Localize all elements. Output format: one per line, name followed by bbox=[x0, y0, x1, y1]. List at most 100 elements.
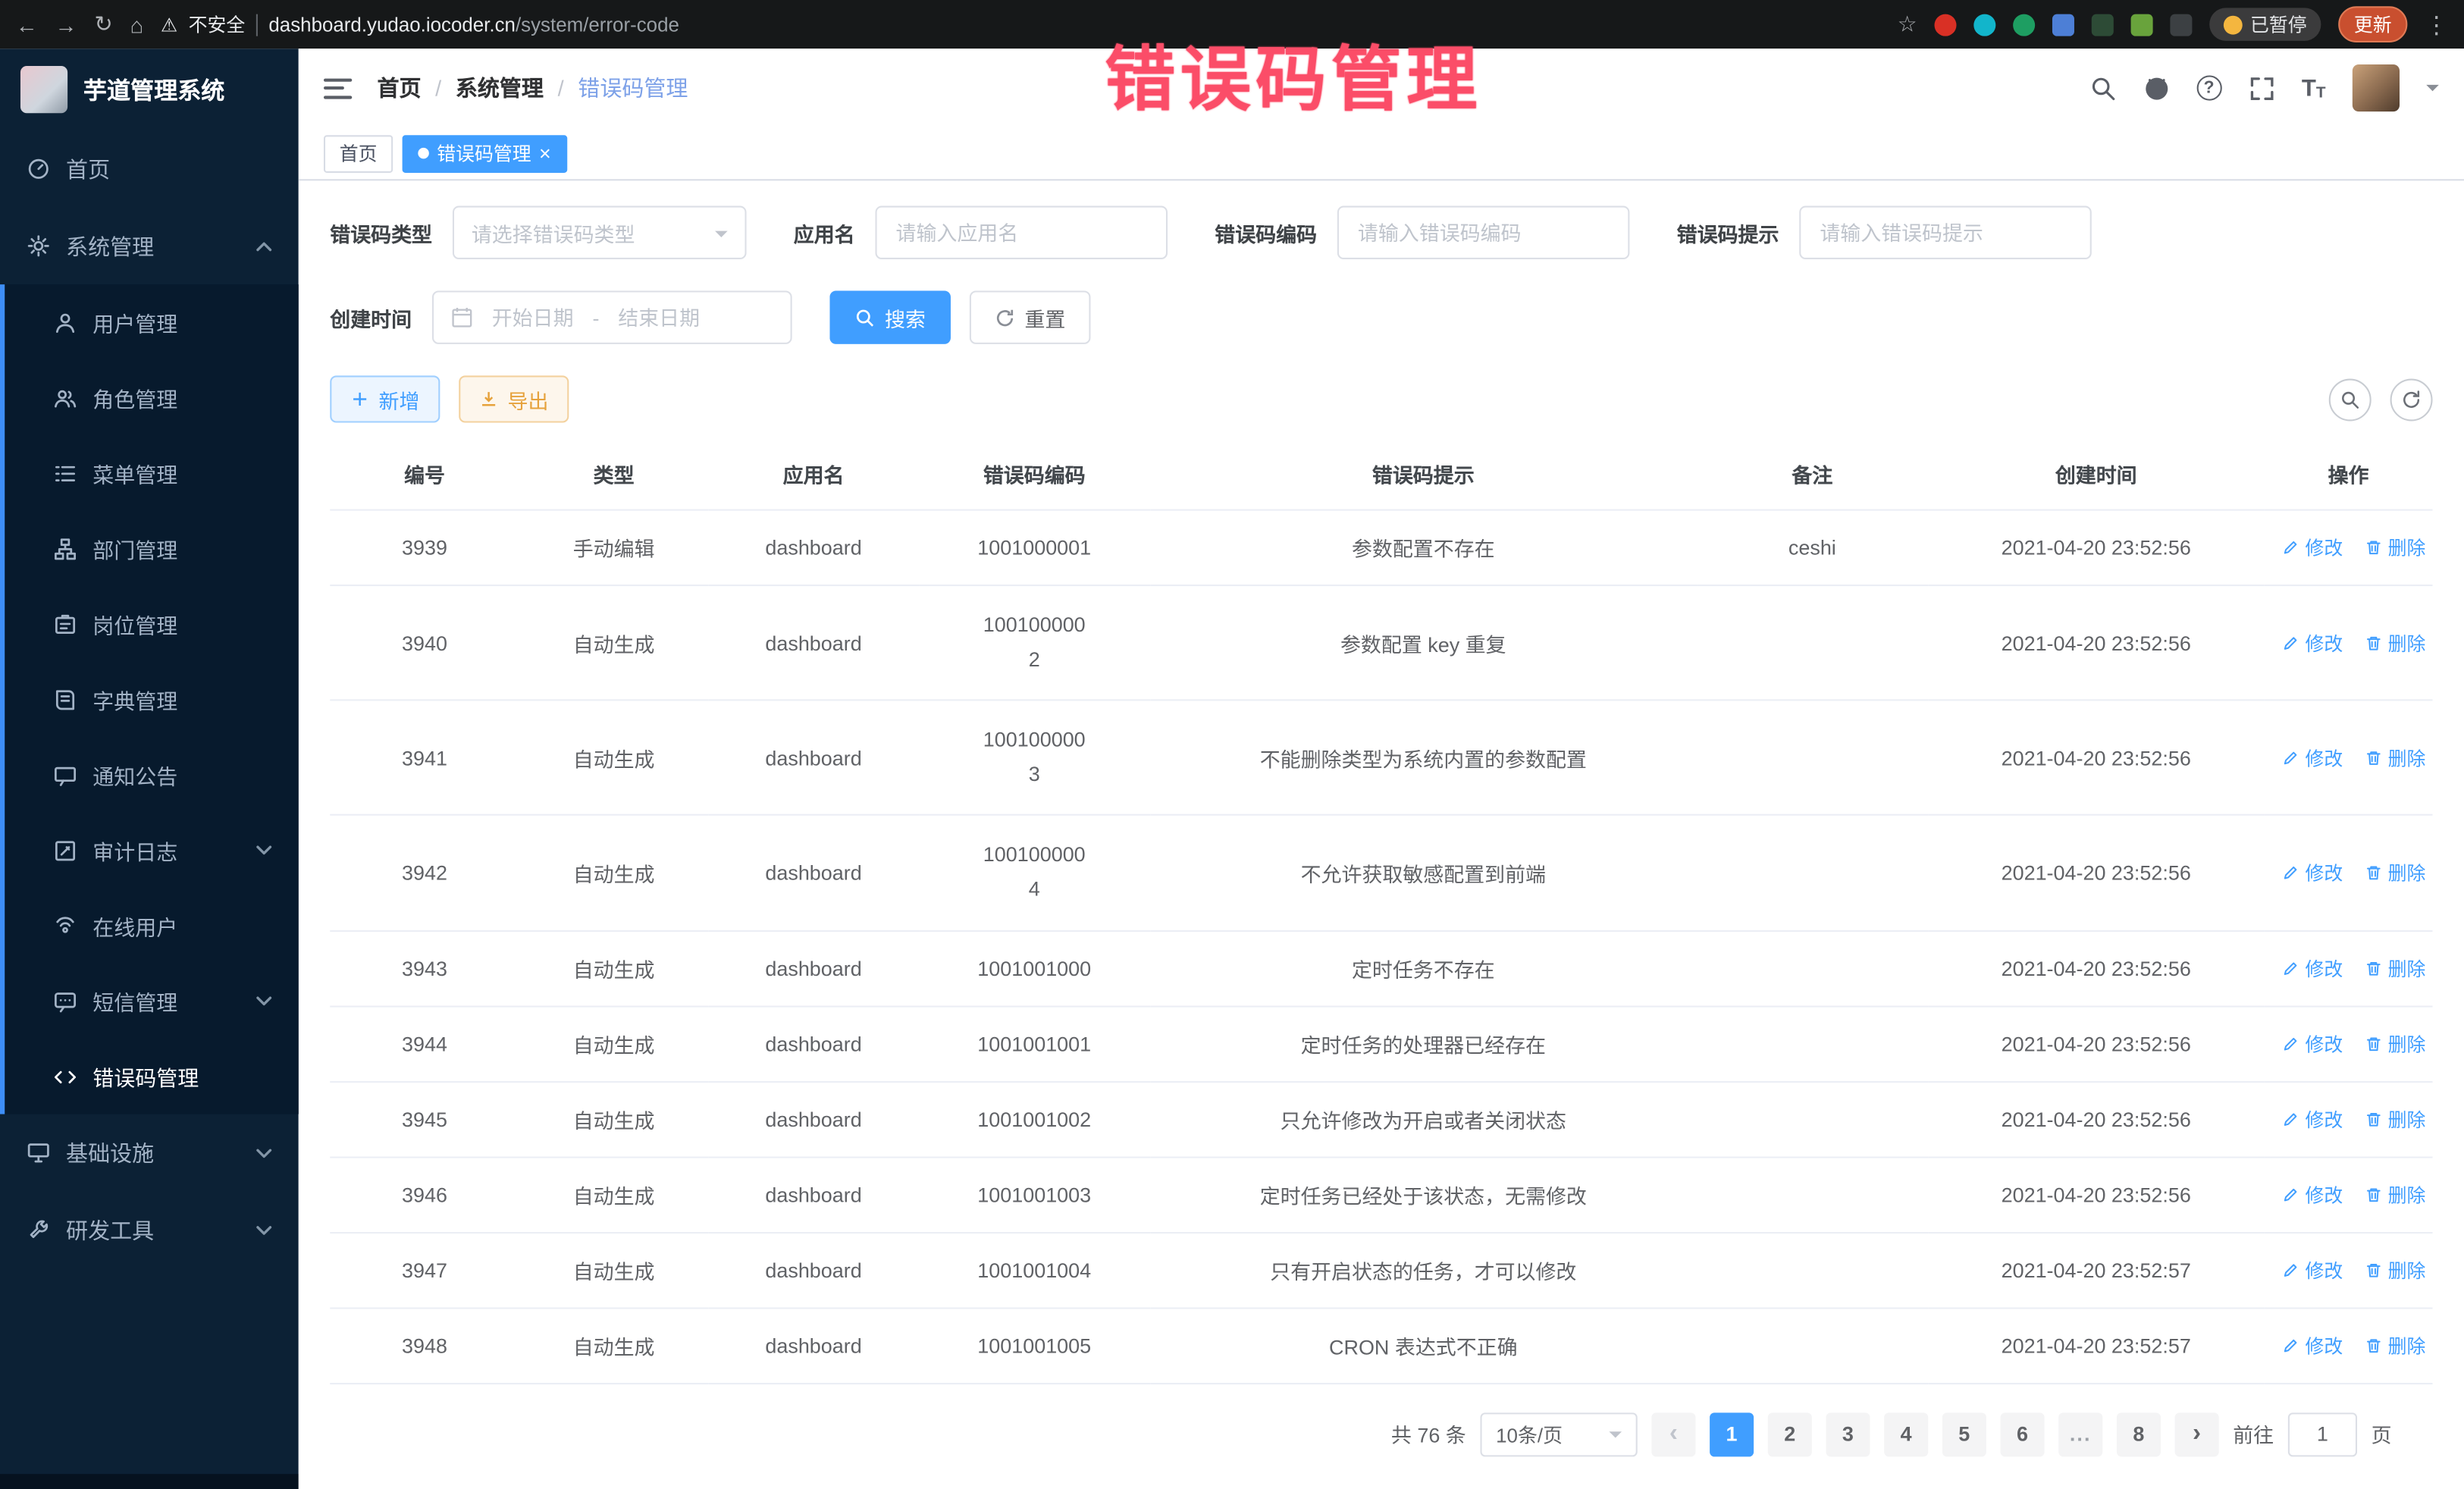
app-logo[interactable]: 芋道管理系统 bbox=[0, 49, 299, 130]
wrench-icon bbox=[27, 1218, 50, 1241]
page-button-3[interactable]: 3 bbox=[1826, 1412, 1870, 1456]
back-icon[interactable]: ← bbox=[16, 12, 38, 37]
add-button[interactable]: 新增 bbox=[330, 375, 440, 422]
edit-link[interactable]: 修改 bbox=[2281, 955, 2343, 981]
address-bar[interactable]: ⚠ 不安全 dashboard.yudao.iocoder.cn/system/… bbox=[161, 11, 1880, 38]
sidebar-footer bbox=[0, 1474, 299, 1489]
browser-menu-icon[interactable]: ⋮ bbox=[2425, 10, 2448, 38]
page-button-4[interactable]: 4 bbox=[1884, 1412, 1928, 1456]
export-button[interactable]: 导出 bbox=[459, 375, 569, 422]
github-icon[interactable] bbox=[2143, 74, 2170, 101]
edit-link[interactable]: 修改 bbox=[2281, 744, 2343, 771]
avatar-caret-icon[interactable] bbox=[2426, 85, 2439, 98]
refresh-table-button[interactable] bbox=[2390, 378, 2433, 420]
end-date-input[interactable] bbox=[609, 306, 710, 329]
user-avatar[interactable] bbox=[2353, 64, 2400, 111]
cell-time: 2021-04-20 23:52:57 bbox=[1928, 1232, 2265, 1307]
sidebar-item-dictionary[interactable]: 字典管理 bbox=[0, 662, 299, 737]
goto-page-input[interactable] bbox=[2288, 1412, 2357, 1456]
extension-icon-blue[interactable] bbox=[2052, 14, 2074, 36]
error-code-input[interactable] bbox=[1337, 206, 1630, 259]
chevron-down-icon bbox=[1609, 1431, 1622, 1444]
help-icon[interactable]: ? bbox=[2196, 75, 2221, 100]
sidebar-item-infrastructure[interactable]: 基础设施 bbox=[0, 1114, 299, 1192]
page-ellipsis[interactable]: ... bbox=[2058, 1412, 2102, 1456]
reload-icon[interactable]: ↻ bbox=[94, 11, 112, 38]
edit-link[interactable]: 修改 bbox=[2281, 1332, 2343, 1359]
error-msg-input[interactable] bbox=[1799, 206, 2092, 259]
security-label: 不安全 bbox=[189, 11, 246, 38]
start-date-input[interactable] bbox=[482, 306, 583, 329]
edit-link[interactable]: 修改 bbox=[2281, 629, 2343, 656]
page-size-select[interactable]: 10条/页 bbox=[1480, 1412, 1637, 1456]
extension-icon-teal[interactable] bbox=[1973, 14, 1995, 36]
delete-link[interactable]: 删除 bbox=[2365, 744, 2426, 771]
broadcast-icon bbox=[53, 914, 77, 937]
forward-icon[interactable]: → bbox=[55, 12, 77, 37]
date-range-picker[interactable]: - bbox=[432, 290, 792, 343]
sidebar-item-sms[interactable]: 短信管理 bbox=[0, 964, 299, 1039]
extension-icon-red[interactable] bbox=[1934, 14, 1956, 36]
font-size-icon[interactable]: TT bbox=[2302, 74, 2326, 101]
cell-time: 2021-04-20 23:52:56 bbox=[1928, 1006, 2265, 1081]
delete-link[interactable]: 删除 bbox=[2365, 1181, 2426, 1208]
delete-link[interactable]: 删除 bbox=[2365, 534, 2426, 561]
edit-link[interactable]: 修改 bbox=[2281, 860, 2343, 886]
sidebar-item-error-code[interactable]: 错误码管理 bbox=[0, 1039, 299, 1114]
breadcrumb-home[interactable]: 首页 bbox=[377, 72, 421, 103]
next-page-button[interactable]: › bbox=[2175, 1412, 2219, 1456]
prev-page-button[interactable]: ‹ bbox=[1651, 1412, 1695, 1456]
search-button[interactable]: 搜索 bbox=[829, 290, 951, 343]
sidebar-item-audit-log[interactable]: 审计日志 bbox=[0, 813, 299, 888]
page-button-6[interactable]: 6 bbox=[2000, 1412, 2044, 1456]
sidebar-item-users[interactable]: 用户管理 bbox=[0, 284, 299, 359]
sidebar-item-online-users[interactable]: 在线用户 bbox=[0, 888, 299, 963]
sidebar-item-positions[interactable]: 岗位管理 bbox=[0, 586, 299, 661]
edit-link[interactable]: 修改 bbox=[2281, 534, 2343, 561]
delete-link[interactable]: 删除 bbox=[2365, 955, 2426, 981]
app-name-input[interactable] bbox=[876, 206, 1168, 259]
page-button-2[interactable]: 2 bbox=[1768, 1412, 1812, 1456]
delete-link[interactable]: 删除 bbox=[2365, 1256, 2426, 1283]
trash-icon bbox=[2365, 1337, 2382, 1354]
sidebar-item-departments[interactable]: 部门管理 bbox=[0, 511, 299, 586]
chrome-update-button[interactable]: 更新 bbox=[2338, 6, 2407, 42]
delete-link[interactable]: 删除 bbox=[2365, 860, 2426, 886]
tab-error-code[interactable]: 错误码管理 × bbox=[403, 134, 567, 172]
delete-link[interactable]: 删除 bbox=[2365, 1030, 2426, 1057]
edit-link[interactable]: 修改 bbox=[2281, 1181, 2343, 1208]
toggle-search-button[interactable] bbox=[2329, 378, 2372, 420]
delete-link[interactable]: 删除 bbox=[2365, 1105, 2426, 1132]
page-button-1[interactable]: 1 bbox=[1710, 1412, 1754, 1456]
bookmark-star-icon[interactable]: ☆ bbox=[1898, 11, 1917, 38]
sidebar-item-devtools[interactable]: 研发工具 bbox=[0, 1191, 299, 1268]
edit-link[interactable]: 修改 bbox=[2281, 1105, 2343, 1132]
reset-button[interactable]: 重置 bbox=[970, 290, 1091, 343]
sidebar-toggle-icon[interactable] bbox=[324, 78, 352, 99]
error-type-select[interactable]: 请选择错误码类型 bbox=[453, 206, 747, 259]
breadcrumb-system[interactable]: 系统管理 bbox=[456, 72, 544, 103]
sidebar-item-label: 在线用户 bbox=[92, 910, 177, 941]
home-icon[interactable]: ⌂ bbox=[130, 12, 143, 37]
edit-link[interactable]: 修改 bbox=[2281, 1256, 2343, 1283]
search-icon[interactable] bbox=[2089, 74, 2116, 101]
fullscreen-icon[interactable] bbox=[2248, 74, 2274, 101]
tab-home[interactable]: 首页 bbox=[324, 134, 393, 172]
extension-icon-green[interactable] bbox=[2013, 14, 2035, 36]
sidebar-item-home[interactable]: 首页 bbox=[0, 130, 299, 208]
delete-link[interactable]: 删除 bbox=[2365, 1332, 2426, 1359]
page-button-5[interactable]: 5 bbox=[1942, 1412, 1986, 1456]
edit-link[interactable]: 修改 bbox=[2281, 1030, 2343, 1057]
sidebar-item-system[interactable]: 系统管理 bbox=[0, 208, 299, 285]
extension-icon-dark[interactable] bbox=[2092, 14, 2114, 36]
sidebar-item-notice[interactable]: 通知公告 bbox=[0, 737, 299, 812]
sidebar-item-roles[interactable]: 角色管理 bbox=[0, 360, 299, 435]
sidebar-item-menus[interactable]: 菜单管理 bbox=[0, 435, 299, 510]
extensions-puzzle-icon[interactable] bbox=[2170, 14, 2192, 36]
page-button-8[interactable]: 8 bbox=[2117, 1412, 2161, 1456]
extension-icon-leaf[interactable] bbox=[2131, 14, 2153, 36]
delete-link[interactable]: 删除 bbox=[2365, 629, 2426, 656]
profile-paused-button[interactable]: 已暂停 bbox=[2209, 8, 2321, 41]
close-icon[interactable]: × bbox=[539, 143, 551, 164]
plus-icon bbox=[350, 390, 369, 409]
